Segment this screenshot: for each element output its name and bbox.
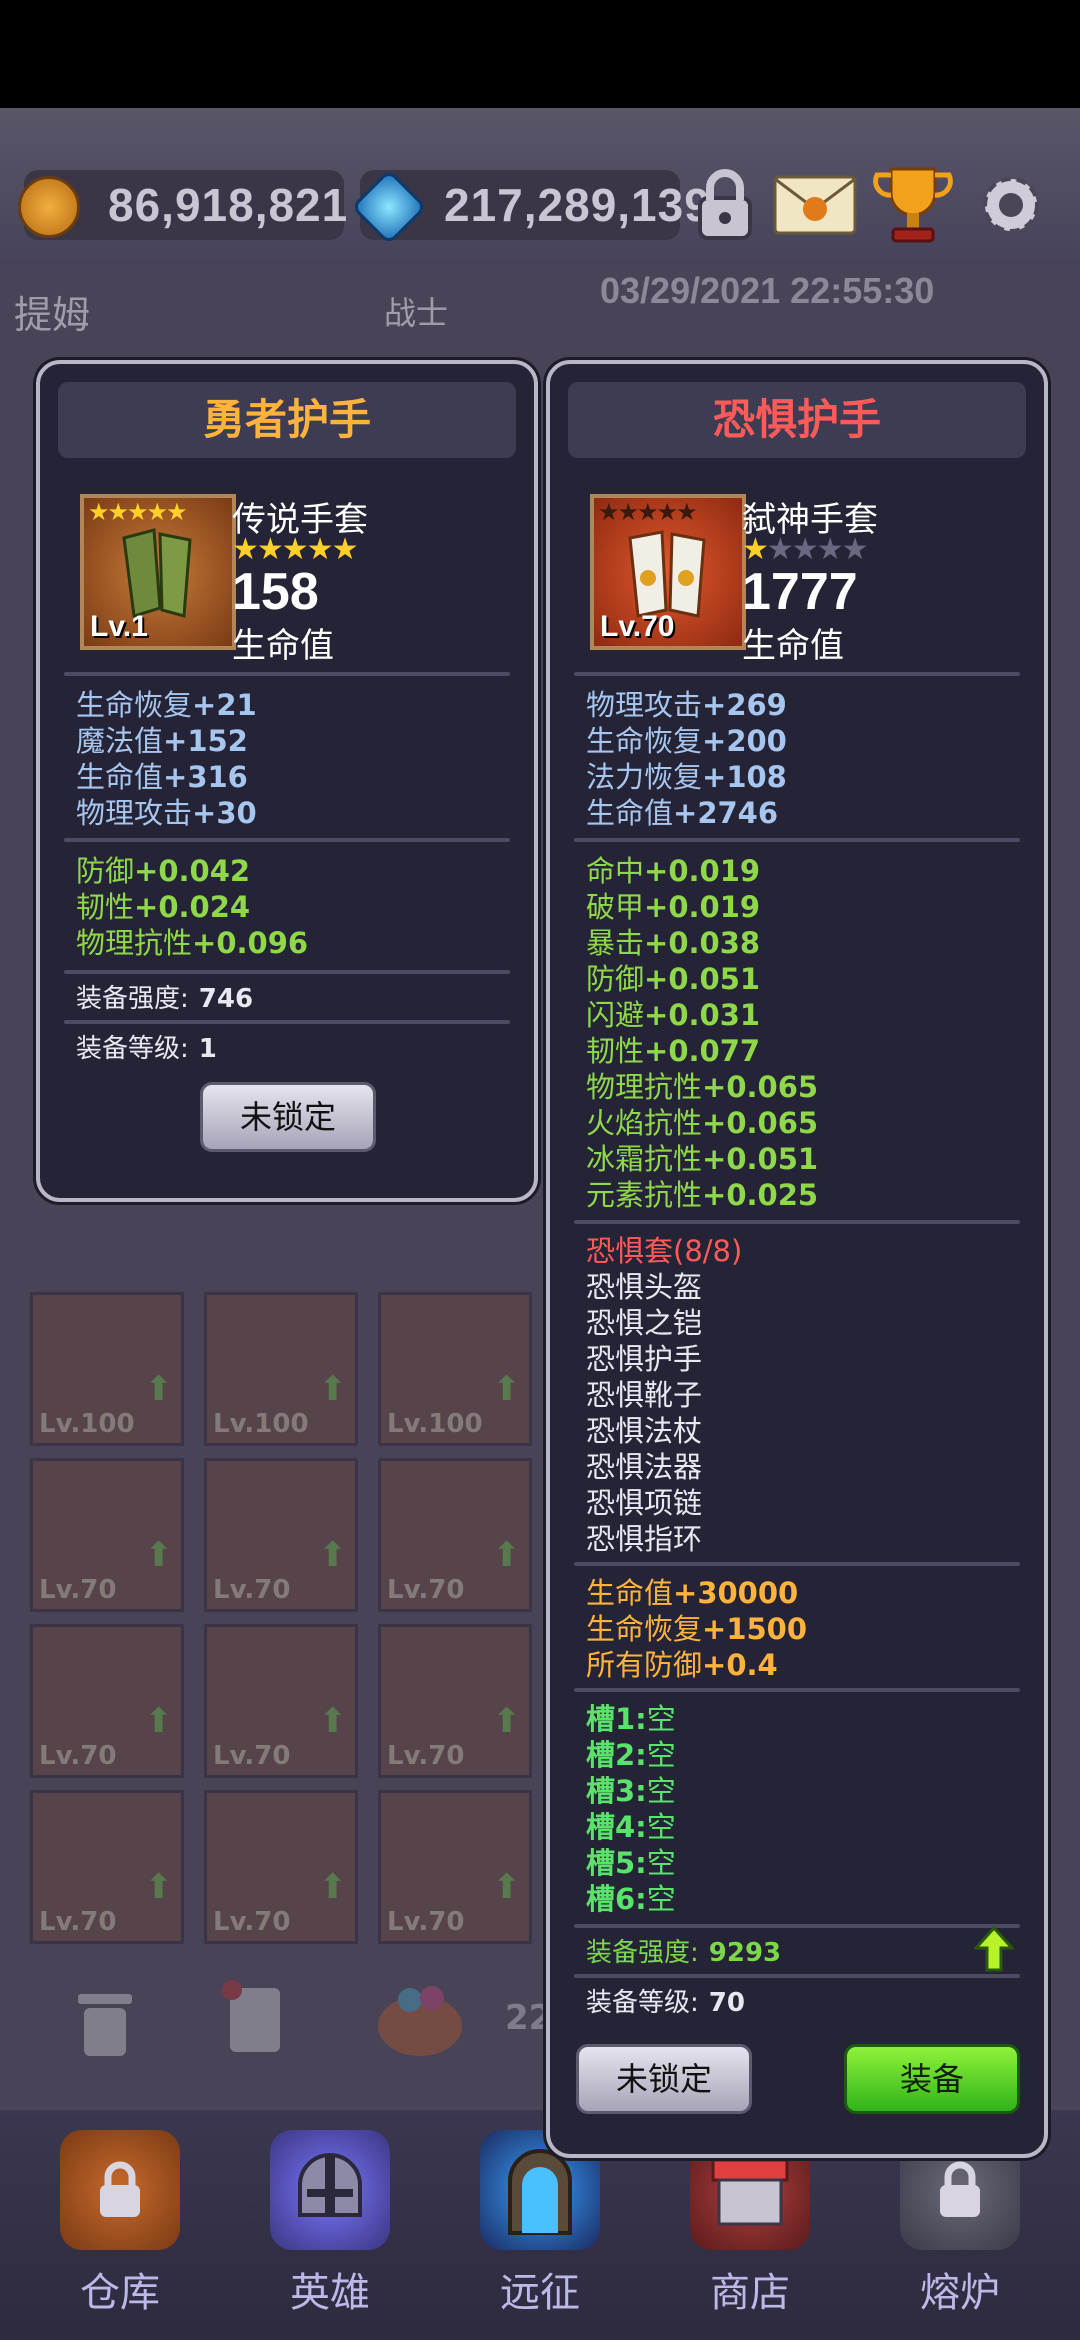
bag-icon	[60, 2130, 180, 2250]
equipped-item-card: 勇者护手 ★★★★★ Lv.1 传说手套 ★★★★★ 158 生命值 生命恢复+…	[36, 360, 538, 1202]
stat-line: 物理攻击+30	[76, 796, 257, 830]
nav-expedition[interactable]: 远征	[460, 2130, 620, 2318]
nav-shop[interactable]: 商店	[670, 2130, 830, 2318]
lock-toggle-button[interactable]: 未锁定	[576, 2044, 752, 2114]
gem-counter: 217,289,139	[350, 168, 710, 246]
divider	[574, 1220, 1020, 1224]
divider	[574, 1562, 1020, 1566]
gold-counter: 86,918,821	[18, 170, 347, 240]
gold-coin-icon	[18, 176, 80, 238]
divider	[64, 1020, 510, 1024]
level-line: 装备等级: 1	[76, 1034, 217, 1064]
lock-icon[interactable]	[680, 160, 770, 250]
item-main-value: 158	[232, 563, 319, 621]
helmet-icon	[270, 2130, 390, 2250]
compare-item-card: 恐惧护手 ★★★★★ Lv.70 弑神手套 ★★★★★ 1777 生命值 物理攻…	[546, 360, 1048, 2158]
nav-furnace[interactable]: 熔炉	[880, 2130, 1040, 2318]
equip-button[interactable]: 装备	[844, 2044, 1020, 2114]
gem-amount: 217,289,139	[444, 179, 711, 231]
extra-stat-line: 物理抗性+0.096	[76, 926, 309, 960]
gold-amount: 86,918,821	[108, 179, 349, 231]
socket-slot: 槽6:空	[586, 1882, 676, 1916]
set-bonus-line: 所有防御+0.4	[586, 1648, 778, 1682]
card-title: 勇者护手	[58, 382, 516, 458]
upgrade-arrow-icon	[972, 1925, 1016, 1976]
divider	[574, 1924, 1020, 1928]
mail-icon[interactable]	[770, 160, 860, 250]
power-line: 装备强度: 9293	[586, 1938, 782, 1968]
divider	[64, 838, 510, 842]
divider	[574, 1974, 1020, 1978]
item-main-value: 1777	[742, 563, 858, 621]
divider	[574, 1688, 1020, 1692]
item-icon: ★★★★★ Lv.70	[590, 494, 746, 650]
divider	[64, 672, 510, 676]
level-line: 装备等级: 70	[586, 1988, 745, 2018]
item-level: Lv.70	[600, 610, 675, 643]
item-level: Lv.1	[90, 610, 148, 643]
card-title: 恐惧护手	[568, 382, 1026, 458]
gem-icon	[350, 168, 428, 246]
item-main-label: 生命值	[232, 626, 334, 666]
nav-warehouse[interactable]: 仓库	[40, 2130, 200, 2318]
item-main-label: 生命值	[742, 626, 844, 666]
lock-toggle-button[interactable]: 未锁定	[200, 1082, 376, 1152]
stat-line: 生命值+2746	[586, 796, 779, 830]
trophy-icon[interactable]	[868, 160, 958, 250]
status-bar	[0, 0, 1080, 108]
divider	[574, 672, 1020, 676]
divider	[574, 838, 1020, 842]
nav-heroes[interactable]: 英雄	[250, 2130, 410, 2318]
extra-stat-line: 元素抗性+0.025	[586, 1178, 819, 1212]
power-line: 装备强度: 746	[76, 984, 254, 1014]
item-icon: ★★★★★ Lv.1	[80, 494, 236, 650]
divider	[64, 970, 510, 974]
gear-icon[interactable]	[966, 160, 1056, 250]
set-item: 恐惧指环	[586, 1522, 703, 1556]
